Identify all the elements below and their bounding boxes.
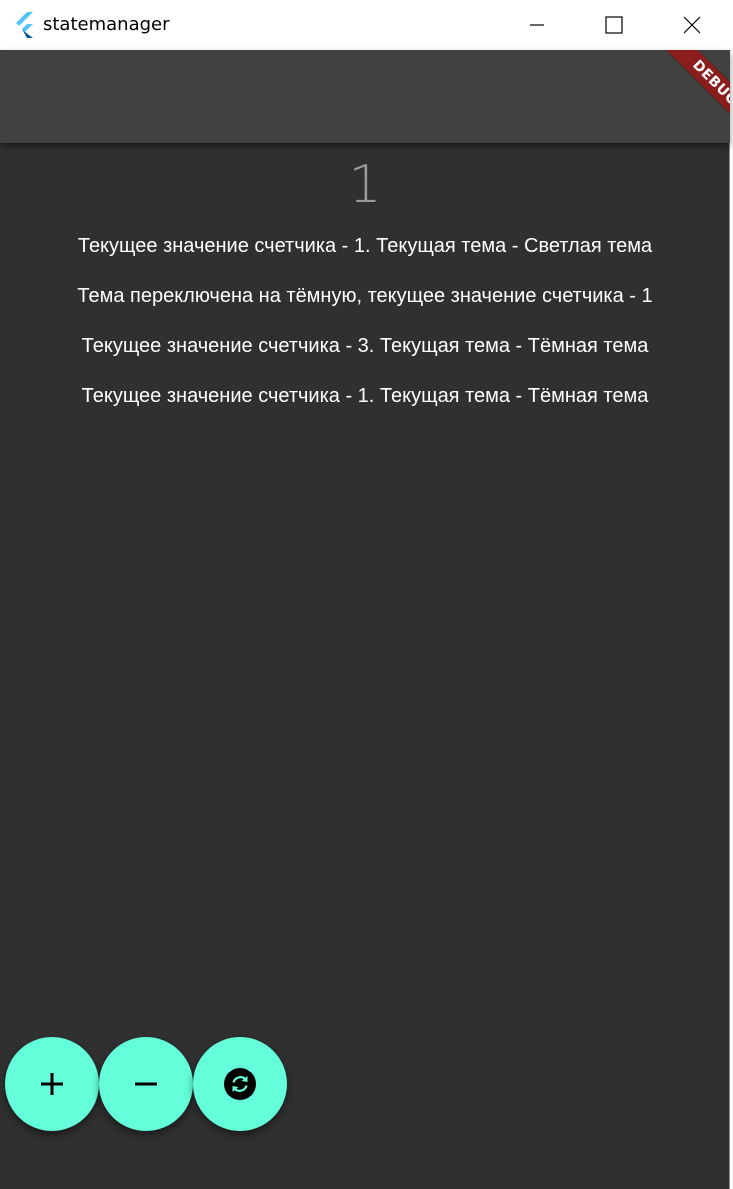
flutter-logo-icon [16, 12, 33, 38]
toggle-theme-button[interactable] [193, 1037, 287, 1131]
app-window: statemanager DEBUG 1 Текущее значение сч… [0, 0, 730, 1189]
sync-icon [224, 1068, 256, 1100]
list-item: Тема переключена на тёмную, текущее знач… [77, 285, 653, 307]
remove-icon [135, 1082, 157, 1086]
window-title: statemanager [43, 14, 170, 35]
counter-value: 1 [348, 155, 382, 215]
window-titlebar[interactable]: statemanager [0, 0, 730, 50]
minimize-button[interactable] [498, 0, 576, 50]
close-icon [683, 16, 701, 34]
maximize-button[interactable] [575, 0, 653, 50]
close-button[interactable] [653, 0, 731, 50]
app-bar [0, 50, 730, 143]
add-icon [41, 1073, 63, 1095]
minimize-icon [530, 24, 544, 26]
list-item: Текущее значение счетчика - 1. Текущая т… [81, 385, 649, 407]
increment-button[interactable] [5, 1037, 99, 1131]
maximize-icon [605, 16, 623, 34]
list-item: Текущее значение счетчика - 1. Текущая т… [77, 235, 653, 257]
decrement-button[interactable] [99, 1037, 193, 1131]
list-item: Текущее значение счетчика - 3. Текущая т… [81, 335, 649, 357]
message-list: Текущее значение счетчика - 1. Текущая т… [0, 226, 730, 426]
